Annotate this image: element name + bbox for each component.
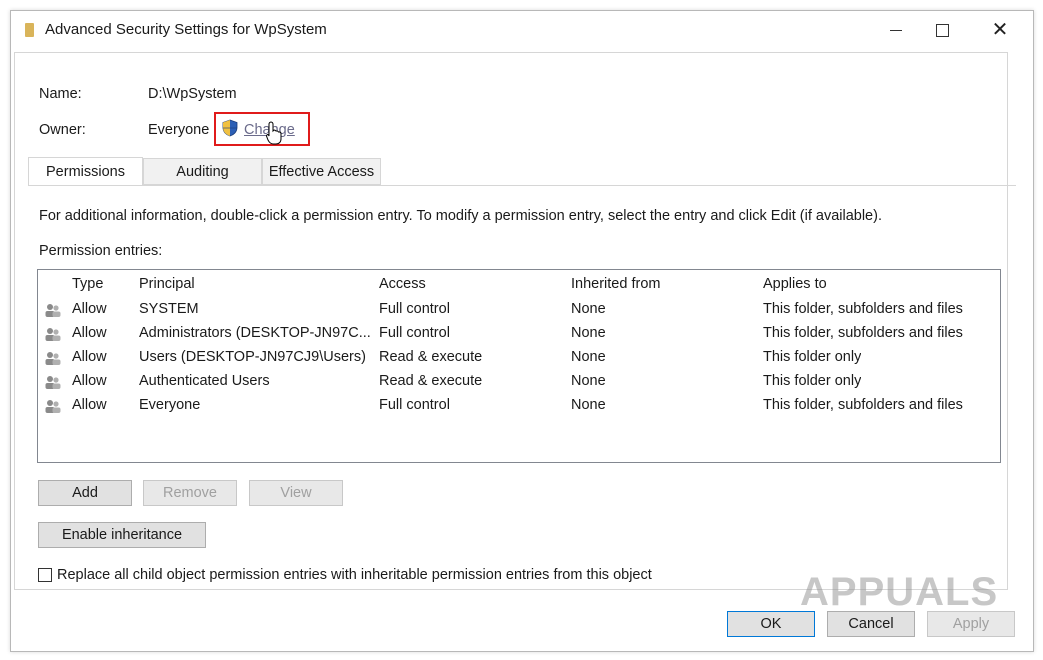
close-icon: ✕ <box>991 19 1009 41</box>
hand-cursor-icon <box>266 121 282 145</box>
table-row[interactable]: Allow Administrators (DESKTOP-JN97C... F… <box>38 322 1000 346</box>
cell-inherited: None <box>571 301 606 317</box>
users-icon <box>45 328 61 341</box>
column-header-access[interactable]: Access <box>379 276 426 292</box>
cell-inherited: None <box>571 397 606 413</box>
cell-principal: Authenticated Users <box>139 373 270 389</box>
watermark-logo: APPUALS <box>800 570 999 614</box>
list-header: Type Principal Access Inherited from App… <box>38 273 1000 297</box>
remove-button[interactable]: Remove <box>143 480 237 506</box>
apply-button[interactable]: Apply <box>927 611 1015 637</box>
tab-effective-access[interactable]: Effective Access <box>262 158 381 185</box>
column-header-principal[interactable]: Principal <box>139 276 195 292</box>
cell-access: Full control <box>379 397 450 413</box>
view-button[interactable]: View <box>249 480 343 506</box>
minimize-icon <box>890 29 902 31</box>
table-row[interactable]: Allow Users (DESKTOP-JN97CJ9\Users) Read… <box>38 346 1000 370</box>
enable-inheritance-button[interactable]: Enable inheritance <box>38 522 206 548</box>
cell-principal: SYSTEM <box>139 301 199 317</box>
column-header-applies[interactable]: Applies to <box>763 276 827 292</box>
cell-type: Allow <box>72 325 107 341</box>
owner-value: Everyone <box>148 122 210 138</box>
window-title: Advanced Security Settings for WpSystem <box>45 21 327 38</box>
cell-inherited: None <box>571 349 606 365</box>
tab-auditing[interactable]: Auditing <box>143 158 262 185</box>
cell-type: Allow <box>72 397 107 413</box>
owner-label: Owner: <box>39 122 86 138</box>
table-row[interactable]: Allow SYSTEM Full control None This fold… <box>38 298 1000 322</box>
cell-applies: This folder, subfolders and files <box>763 301 963 317</box>
close-button[interactable]: ✕ <box>977 11 1023 49</box>
cell-access: Read & execute <box>379 349 483 365</box>
cell-access: Read & execute <box>379 373 483 389</box>
cell-applies: This folder only <box>763 373 862 389</box>
cell-inherited: None <box>571 325 606 341</box>
table-row[interactable]: Allow Authenticated Users Read & execute… <box>38 370 1000 394</box>
replace-child-permissions-label: Replace all child object permission entr… <box>57 567 652 583</box>
permission-entries-label: Permission entries: <box>39 243 163 259</box>
table-row[interactable]: Allow Everyone Full control None This fo… <box>38 394 1000 418</box>
cell-type: Allow <box>72 373 107 389</box>
replace-child-permissions-checkbox[interactable] <box>38 568 52 582</box>
permission-entries-list[interactable]: Type Principal Access Inherited from App… <box>37 269 1001 463</box>
folder-icon <box>25 23 34 37</box>
name-value: D:\WpSystem <box>148 86 237 102</box>
users-icon <box>45 304 61 317</box>
cell-applies: This folder, subfolders and files <box>763 325 963 341</box>
cell-access: Full control <box>379 301 450 317</box>
minimize-button[interactable] <box>873 11 919 49</box>
cell-type: Allow <box>72 349 107 365</box>
column-header-type[interactable]: Type <box>72 276 103 292</box>
cell-inherited: None <box>571 373 606 389</box>
tab-permissions[interactable]: Permissions <box>28 157 143 186</box>
cell-type: Allow <box>72 301 107 317</box>
users-icon <box>45 400 61 413</box>
cell-applies: This folder only <box>763 349 862 365</box>
cell-access: Full control <box>379 325 450 341</box>
cancel-button[interactable]: Cancel <box>827 611 915 637</box>
cell-principal: Everyone <box>139 397 201 413</box>
users-icon <box>45 352 61 365</box>
highlight-box <box>214 112 310 146</box>
name-label: Name: <box>39 86 82 102</box>
ok-button[interactable]: OK <box>727 611 815 637</box>
users-icon <box>45 376 61 389</box>
maximize-icon <box>935 23 949 37</box>
add-button[interactable]: Add <box>38 480 132 506</box>
maximize-button[interactable] <box>919 11 965 49</box>
info-text: For additional information, double-click… <box>39 208 882 224</box>
cell-principal: Administrators (DESKTOP-JN97C... <box>139 325 371 341</box>
title-bar[interactable]: Advanced Security Settings for WpSystem … <box>11 11 1033 49</box>
cell-principal: Users (DESKTOP-JN97CJ9\Users) <box>139 349 366 365</box>
tab-divider <box>28 185 1016 186</box>
column-header-inherited[interactable]: Inherited from <box>571 276 660 292</box>
cell-applies: This folder, subfolders and files <box>763 397 963 413</box>
